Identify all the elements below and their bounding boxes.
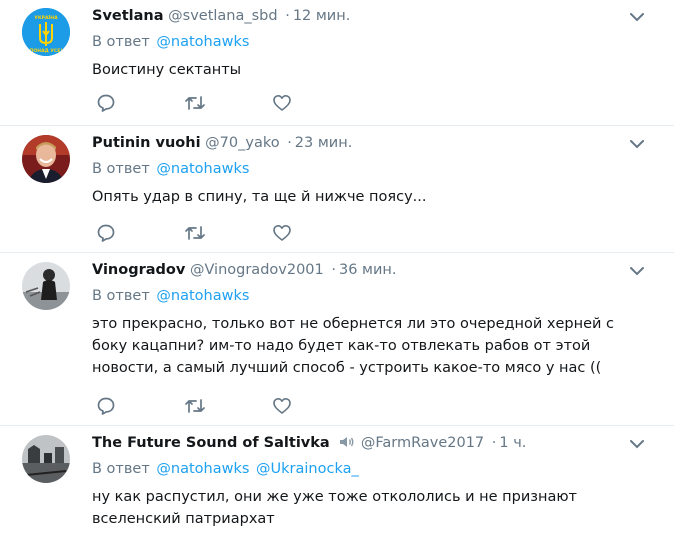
retweet-button[interactable] (184, 396, 272, 418)
reply-prefix: В ответ (92, 461, 150, 477)
reply-icon (97, 224, 115, 242)
action-bar (96, 93, 360, 115)
avatar-photo (22, 435, 70, 483)
author-handle[interactable]: @Vinogradov2001 (190, 262, 324, 278)
timestamp[interactable]: 12 мин. (293, 8, 351, 24)
like-button[interactable] (272, 396, 360, 418)
like-button[interactable] (272, 223, 360, 245)
action-bar (96, 396, 360, 418)
mention-link[interactable]: @natohawks (156, 34, 249, 50)
separator: · (285, 8, 290, 24)
author-name[interactable]: The Future Sound of Saltivka (92, 435, 330, 451)
avatar-text-top: УКРАЇНА (34, 14, 58, 21)
timestamp[interactable]: 23 мин. (295, 135, 353, 151)
tweet[interactable]: Vinogradov @Vinogradov2001 · 36 мин. В от… (0, 254, 674, 426)
author-name[interactable]: Putinin vuohi (92, 135, 201, 151)
reply-button[interactable] (96, 93, 184, 115)
separator: · (331, 262, 336, 278)
chevron-down-icon[interactable] (630, 439, 644, 449)
retweet-icon (185, 96, 205, 110)
reply-context: В ответ @natohawks @Ukrainocka_ (92, 459, 646, 479)
author-handle[interactable]: @70_yako (205, 135, 279, 151)
retweet-button[interactable] (184, 93, 272, 115)
avatar-text-bottom: ПОНАД УСЕ! (30, 48, 63, 54)
avatar[interactable] (22, 435, 70, 483)
heart-icon (273, 95, 291, 111)
trident-icon: УКРАЇНА ПОНАД УСЕ! (22, 8, 70, 56)
chevron-down-icon[interactable] (630, 266, 644, 276)
tweet-text: Опять удар в спину, та ще й нижче поясу.… (92, 189, 427, 205)
reply-context: В ответ @natohawks (92, 286, 646, 306)
retweet-button[interactable] (184, 223, 272, 245)
mention-link[interactable]: @natohawks (156, 461, 249, 477)
reply-icon (97, 397, 115, 415)
tweet-text: ну как распустил, они же уже тоже отколо… (92, 489, 577, 527)
tweet[interactable]: The Future Sound of Saltivka @FarmRave20… (0, 427, 674, 537)
avatar-photo (22, 135, 70, 183)
avatar[interactable] (22, 135, 70, 183)
tweet-text: это прекрасно, только вот не обернется л… (92, 316, 615, 376)
avatar[interactable] (22, 262, 70, 310)
tweet-text: Воистину сектанты (92, 62, 242, 78)
reply-prefix: В ответ (92, 288, 150, 304)
mention-link[interactable]: @Ukrainocka_ (256, 461, 359, 477)
retweet-icon (185, 226, 205, 240)
timestamp[interactable]: 36 мин. (339, 262, 397, 278)
chevron-down-icon[interactable] (630, 12, 644, 22)
author-handle[interactable]: @svetlana_sbd (168, 8, 277, 24)
mention-link[interactable]: @natohawks (156, 161, 249, 177)
avatar-photo (22, 262, 70, 310)
reply-button[interactable] (96, 396, 184, 418)
author-name[interactable]: Vinogradov (92, 262, 185, 278)
author-name[interactable]: Svetlana (92, 8, 164, 24)
tweet[interactable]: Putinin vuohi @70_yako · 23 мин. В ответ … (0, 127, 674, 253)
retweet-icon (185, 399, 205, 413)
author-handle[interactable]: @FarmRave2017 (361, 435, 484, 451)
action-bar (96, 223, 360, 245)
avatar[interactable]: УКРАЇНА ПОНАД УСЕ! (22, 8, 70, 56)
reply-icon (97, 94, 115, 112)
heart-icon (273, 225, 291, 241)
reply-context: В ответ @natohawks (92, 159, 646, 179)
chevron-down-icon[interactable] (630, 139, 644, 149)
separator: · (491, 435, 497, 451)
reply-prefix: В ответ (92, 161, 150, 177)
speaker-icon (340, 437, 354, 447)
timestamp[interactable]: 1 ч. (499, 435, 526, 451)
mention-link[interactable]: @natohawks (156, 288, 249, 304)
reply-prefix: В ответ (92, 34, 150, 50)
reply-button[interactable] (96, 223, 184, 245)
tweet[interactable]: УКРАЇНА ПОНАД УСЕ! Svetlana @svetlana_sb… (0, 0, 674, 126)
like-button[interactable] (272, 93, 360, 115)
heart-icon (273, 398, 291, 414)
reply-context: В ответ @natohawks (92, 32, 646, 52)
separator: · (287, 135, 292, 151)
